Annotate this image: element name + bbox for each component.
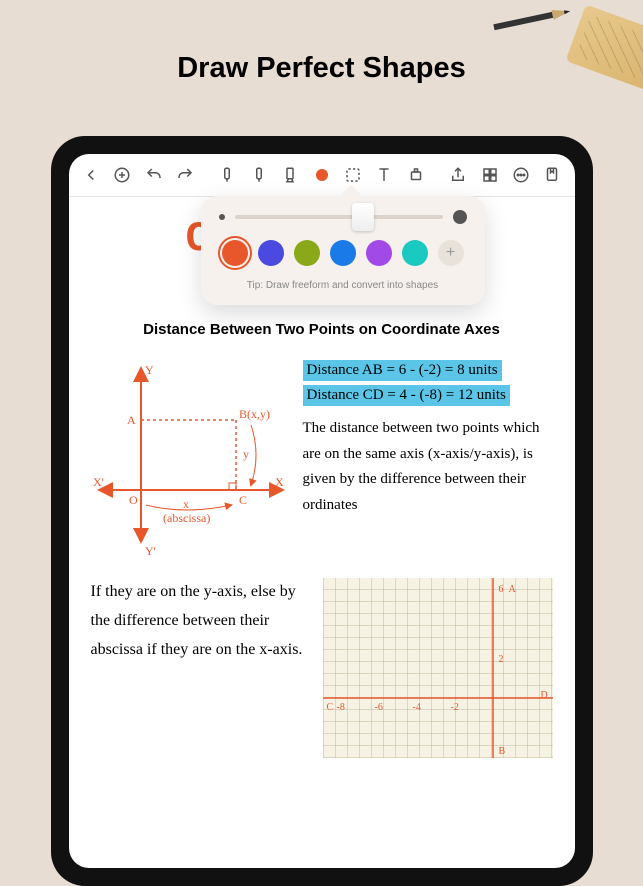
- axes-diagram: Y Y' X X' A B(x,y) C O y x (abscissa): [91, 360, 291, 560]
- max-icon: [453, 210, 467, 224]
- svg-text:X': X': [93, 475, 104, 489]
- swatch-olive[interactable]: [294, 240, 320, 266]
- shape-popover: Tip: Draw freeform and convert into shap…: [201, 196, 485, 305]
- svg-text:B(x,y): B(x,y): [239, 407, 270, 421]
- svg-text:x: x: [183, 497, 189, 511]
- svg-text:(abscissa): (abscissa): [163, 511, 210, 525]
- swatch-indigo[interactable]: [258, 240, 284, 266]
- add-button[interactable]: [112, 164, 132, 186]
- undo-button[interactable]: [143, 164, 163, 186]
- note-right: The distance between two points which ar…: [303, 416, 553, 518]
- svg-text:C: C: [239, 493, 247, 507]
- app-screen: COORDINATE GEOMETRY Distance Between Two…: [69, 154, 575, 868]
- pen-tool-2[interactable]: [249, 164, 269, 186]
- eraser-tool[interactable]: [406, 164, 426, 186]
- min-icon: [219, 214, 225, 220]
- text-tool[interactable]: [374, 164, 394, 186]
- pen-tool-1[interactable]: [217, 164, 237, 186]
- lasso-tool[interactable]: [343, 164, 363, 186]
- highlight-2: Distance CD = 4 - (-8) = 12 units: [303, 385, 510, 406]
- highlighter-tool[interactable]: [280, 164, 300, 186]
- page-subtitle: Distance Between Two Points on Coordinat…: [91, 321, 553, 338]
- highlight-1: Distance AB = 6 - (-2) = 8 units: [303, 360, 502, 381]
- swatch-blue[interactable]: [330, 240, 356, 266]
- note-left: If they are on the y-axis, else by the d…: [91, 578, 309, 758]
- swatch-purple[interactable]: [366, 240, 392, 266]
- svg-text:Y: Y: [145, 363, 154, 377]
- svg-text:y: y: [243, 447, 249, 461]
- hero-title: Draw Perfect Shapes: [0, 52, 643, 85]
- share-button[interactable]: [448, 164, 468, 186]
- grid-view-button[interactable]: [479, 164, 499, 186]
- size-slider[interactable]: [215, 210, 471, 224]
- slider-thumb[interactable]: [352, 203, 374, 231]
- tablet-frame: COORDINATE GEOMETRY Distance Between Two…: [51, 136, 593, 886]
- svg-text:A: A: [127, 413, 136, 427]
- redo-button[interactable]: [175, 164, 195, 186]
- more-button[interactable]: [511, 164, 531, 186]
- grid-chart: 6 A 2 C -8 -6 -4 -2 D B: [323, 578, 553, 758]
- back-button[interactable]: [81, 164, 101, 186]
- swatch-teal[interactable]: [402, 240, 428, 266]
- pencil-decoration: [492, 4, 573, 34]
- svg-text:X: X: [275, 475, 284, 489]
- toolbar: [69, 154, 575, 197]
- swatch-orange[interactable]: [222, 240, 248, 266]
- popover-tip: Tip: Draw freeform and convert into shap…: [215, 280, 471, 291]
- shape-tool[interactable]: [311, 164, 331, 186]
- swatch-add[interactable]: [438, 240, 464, 266]
- right-notes: Distance AB = 6 - (-2) = 8 units Distanc…: [303, 360, 553, 560]
- color-swatches: [215, 240, 471, 266]
- svg-text:Y': Y': [145, 544, 156, 558]
- bookmark-button[interactable]: [542, 164, 562, 186]
- svg-text:O: O: [129, 493, 138, 507]
